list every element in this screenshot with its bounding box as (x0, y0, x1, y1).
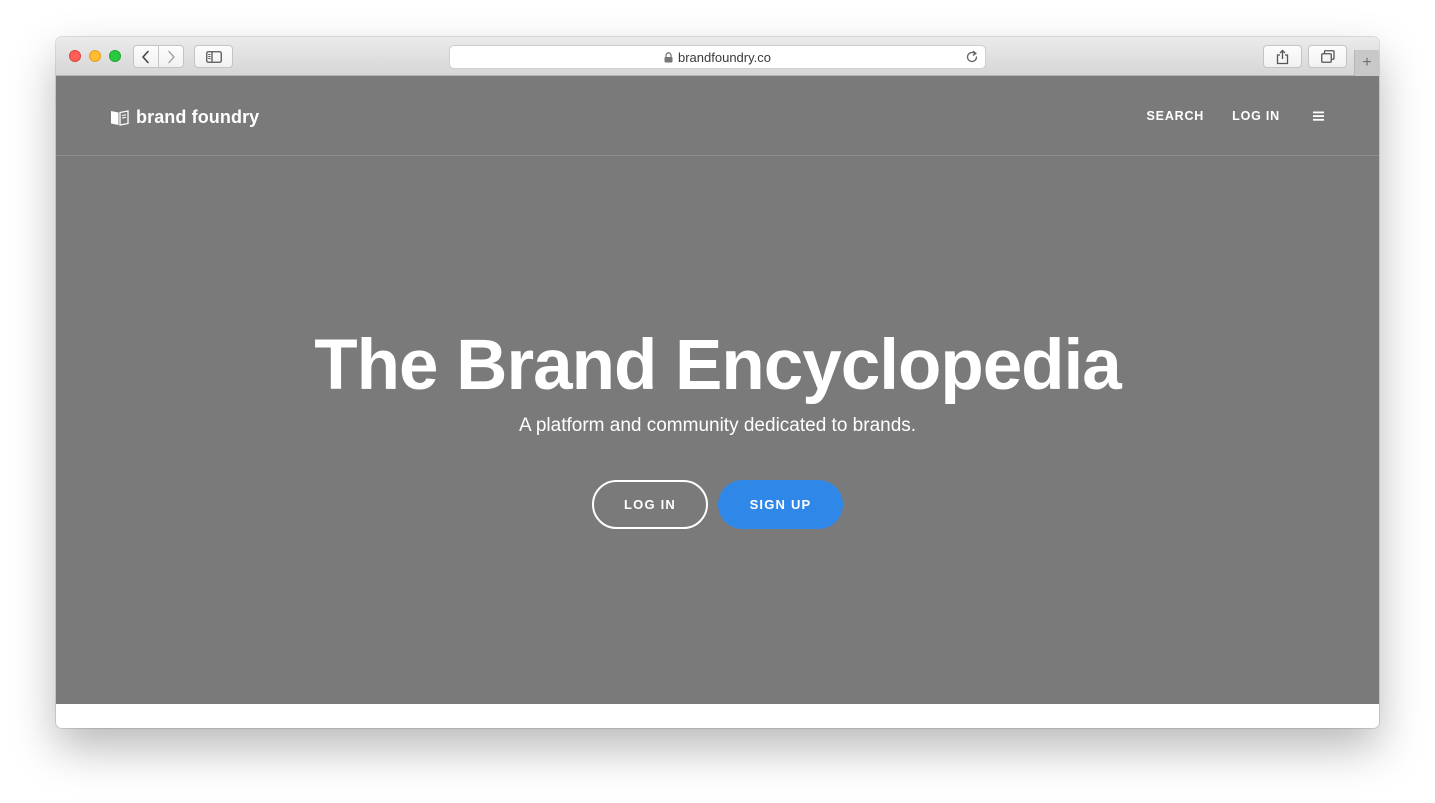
url-text: brandfoundry.co (678, 49, 771, 65)
minimize-window-button[interactable] (89, 50, 101, 62)
hero-title: The Brand Encyclopedia (314, 326, 1122, 405)
book-logo-icon (110, 109, 129, 126)
chevron-left-icon (142, 50, 149, 63)
address-bar[interactable]: brandfoundry.co (449, 45, 986, 69)
tabs-overview-icon (1320, 50, 1335, 63)
share-icon (1276, 49, 1289, 64)
browser-window: brandfoundry.co + brand foundry SEARCH L… (56, 37, 1379, 728)
new-tab-button[interactable]: + (1354, 50, 1379, 76)
hero-login-button[interactable]: LOG IN (592, 480, 708, 529)
sidebar-icon (205, 50, 222, 63)
hero-signup-button[interactable]: SIGN UP (718, 480, 843, 529)
show-tabs-button[interactable] (1308, 45, 1347, 68)
maximize-window-button[interactable] (109, 50, 121, 62)
nav-login-link[interactable]: LOG IN (1232, 109, 1280, 123)
site-header: brand foundry SEARCH LOG IN (56, 76, 1379, 156)
logo-text: brand foundry (136, 107, 260, 127)
chevron-right-icon (168, 50, 175, 63)
sidebar-toggle-button[interactable] (194, 45, 233, 68)
web-page: brand foundry SEARCH LOG IN The Brand En… (56, 76, 1379, 704)
back-button[interactable] (133, 45, 159, 68)
hamburger-menu-icon[interactable] (1313, 111, 1325, 121)
share-button[interactable] (1263, 45, 1302, 68)
forward-button[interactable] (158, 45, 184, 68)
browser-toolbar: brandfoundry.co + (56, 37, 1379, 76)
close-window-button[interactable] (69, 50, 81, 62)
nav-search-link[interactable]: SEARCH (1147, 109, 1205, 123)
top-navigation: SEARCH LOG IN (1119, 109, 1325, 123)
lock-icon (664, 51, 673, 63)
site-logo[interactable]: brand foundry (110, 107, 259, 128)
page-below-fold (56, 704, 1379, 728)
hero-subtitle: A platform and community dedicated to br… (518, 415, 917, 436)
reload-icon[interactable] (965, 50, 979, 67)
